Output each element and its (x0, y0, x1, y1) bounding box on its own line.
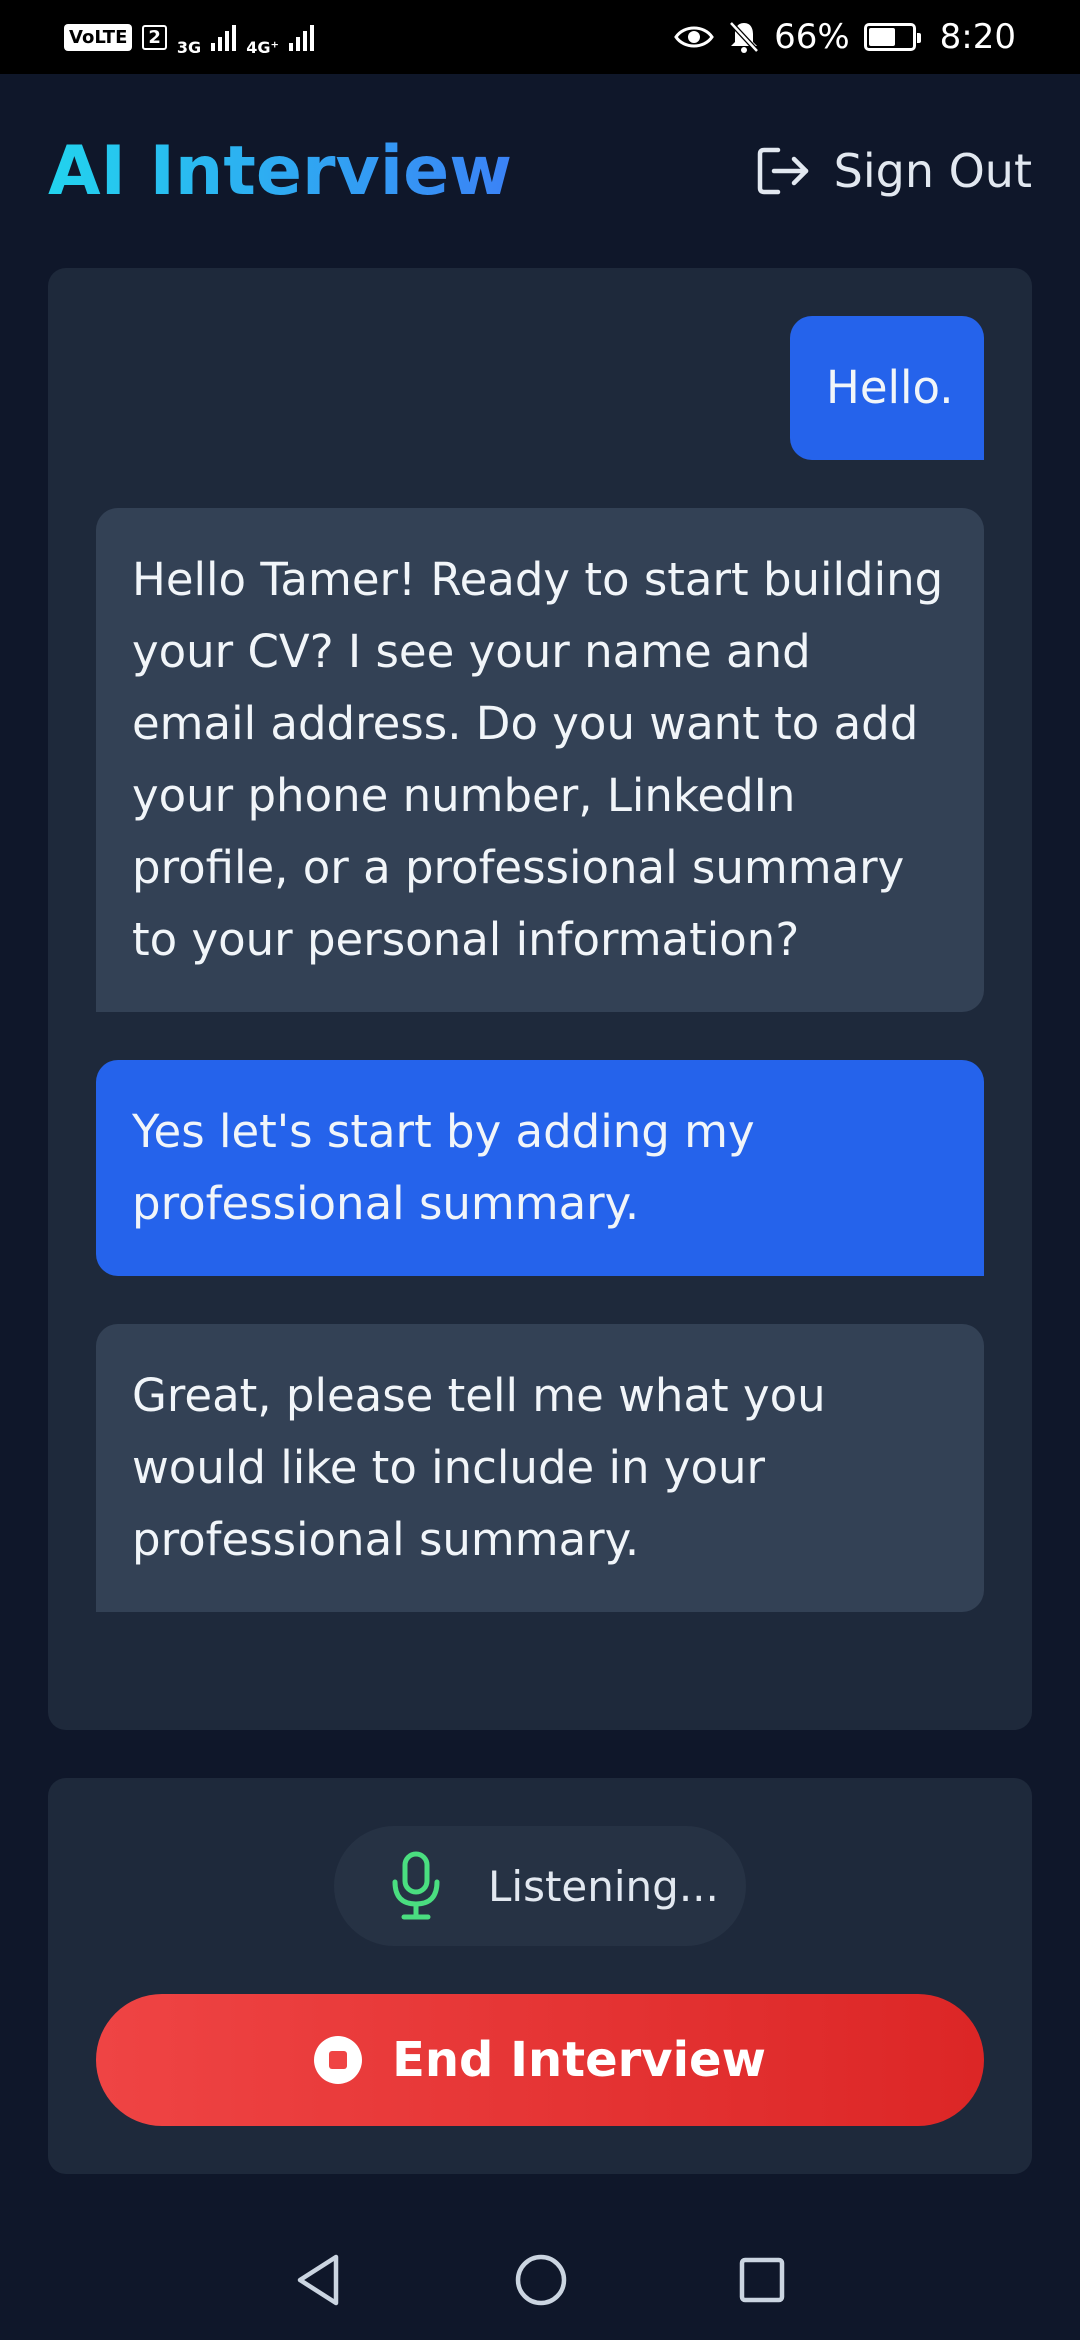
listening-label: Listening... (488, 1861, 719, 1911)
chat-message-user: Hello. (790, 316, 984, 460)
status-right: 66% 8:20 (674, 17, 1016, 57)
microphone-icon (392, 1851, 440, 1920)
back-triangle-icon[interactable] (294, 2253, 344, 2307)
system-nav-bar (0, 2220, 1080, 2340)
chat-message-ai: Hello Tamer! Ready to start building you… (96, 508, 984, 1012)
eye-icon (674, 26, 714, 48)
recents-square-icon[interactable] (738, 2256, 786, 2304)
network-type-1: 3G (176, 37, 202, 57)
sign-out-label: Sign Out (833, 144, 1032, 198)
sign-out-button[interactable]: Sign Out (756, 144, 1032, 198)
sign-out-icon (757, 147, 808, 195)
message-text: Hello. (826, 361, 954, 414)
app-header: AI Interview Sign Out (0, 74, 1080, 268)
message-text: Yes let's start by adding my professiona… (132, 1105, 755, 1230)
battery-icon (863, 23, 921, 51)
chat-panel[interactable]: Hello. Hello Tamer! Ready to start build… (48, 268, 1032, 1730)
message-text: Great, please tell me what you would lik… (132, 1369, 826, 1566)
message-text: Hello Tamer! Ready to start building you… (132, 553, 944, 966)
status-bar: VoLTE 2 3G 4G⁺ 66% 8:20 (0, 0, 1080, 74)
battery-percent: 66% (774, 17, 850, 57)
app-title: AI Interview (48, 131, 513, 211)
sim-badge: 2 (142, 24, 167, 50)
chat-message-user: Yes let's start by adding my professiona… (96, 1060, 984, 1276)
clock: 8:20 (939, 17, 1016, 57)
home-circle-icon[interactable] (514, 2253, 568, 2307)
end-interview-label: End Interview (392, 2032, 766, 2088)
end-interview-button[interactable]: End Interview (96, 1994, 984, 2126)
status-left: VoLTE 2 3G 4G⁺ (64, 18, 314, 57)
listening-indicator[interactable]: Listening... (334, 1826, 746, 1946)
chat-message-ai: Great, please tell me what you would lik… (96, 1324, 984, 1612)
network-type-2: 4G⁺ (246, 37, 279, 57)
signal-bars-1-icon (211, 23, 237, 51)
bell-muted-icon (729, 21, 759, 53)
control-panel: Listening... End Interview (48, 1778, 1032, 2174)
volte-badge: VoLTE (64, 23, 133, 51)
stop-icon (314, 2036, 363, 2084)
signal-bars-2-icon (288, 23, 314, 51)
